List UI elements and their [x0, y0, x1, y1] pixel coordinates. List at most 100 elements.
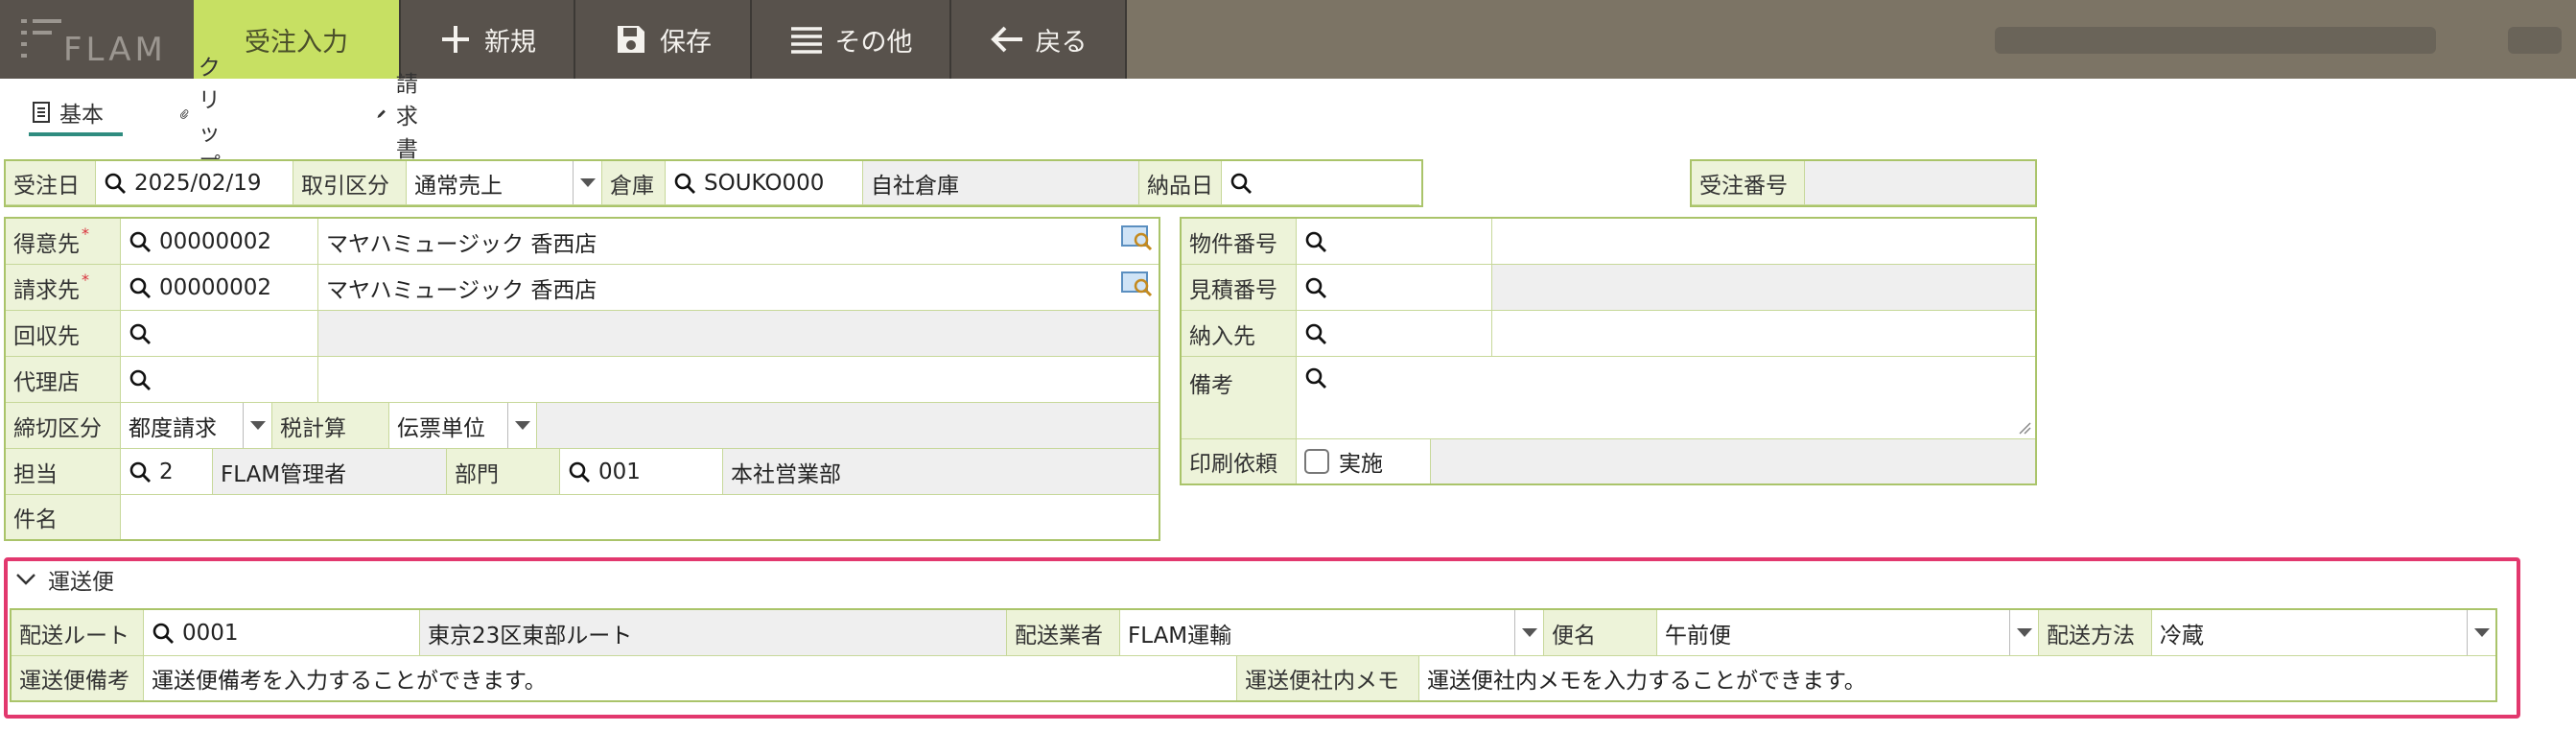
header-row: 受注日 2025/02/19 取引区分 通常売上 倉庫 SOUKO000 自社倉… [4, 159, 1423, 207]
search-icon[interactable] [568, 460, 591, 483]
search-icon[interactable] [1304, 230, 1327, 253]
tab-clip[interactable]: クリップ [180, 56, 233, 178]
subject-field[interactable] [121, 495, 1159, 539]
save-button[interactable]: 保存 [575, 0, 752, 79]
print-label: 印刷依頼 [1182, 439, 1297, 483]
memo-field[interactable]: 運送便社内メモを入力することができます。 [1419, 656, 2495, 700]
billto-code-field[interactable]: 00000002 [121, 265, 318, 311]
agent-code-field[interactable] [121, 357, 318, 403]
resize-handle-icon[interactable] [2018, 421, 2031, 435]
other-menu-button[interactable]: その他 [752, 0, 951, 79]
other-menu-label: その他 [834, 27, 913, 58]
closing-select[interactable]: 都度請求 [121, 403, 272, 449]
property-code-field[interactable] [1297, 219, 1492, 265]
lookup-icon[interactable] [1120, 224, 1153, 251]
order-date-field[interactable]: 2025/02/19 [96, 161, 293, 205]
staff-code-field[interactable]: 2 [121, 449, 213, 495]
delivery-date-field[interactable] [1222, 161, 1419, 205]
search-icon[interactable] [152, 622, 175, 645]
dept-name: 本社営業部 [723, 449, 1159, 495]
agent-name [318, 357, 1159, 403]
search-icon[interactable] [1304, 366, 1327, 389]
document-icon [33, 102, 50, 123]
chevron-down-icon[interactable] [573, 161, 601, 204]
note-label: 運送便備考 [12, 656, 144, 700]
billto-code-value: 00000002 [159, 274, 272, 300]
tax-value: 伝票単位 [397, 415, 485, 441]
shipping-section-header[interactable]: 運送便 [15, 562, 114, 597]
warehouse-code-field[interactable]: SOUKO000 [666, 161, 863, 205]
trade-type-select[interactable]: 通常売上 [407, 161, 602, 205]
flight-label: 便名 [1544, 610, 1657, 656]
customer-name-value: マヤハミュージック 香西店 [326, 231, 597, 257]
estimate-label: 見積番号 [1182, 265, 1297, 311]
dept-code-value: 001 [598, 459, 641, 484]
method-value: 冷蔵 [2160, 623, 2204, 648]
carrier-select[interactable]: FLAM運輸 [1120, 610, 1544, 656]
carrier-label: 配送業者 [1007, 610, 1120, 656]
search-icon[interactable] [1304, 276, 1327, 299]
agent-label: 代理店 [6, 357, 121, 403]
required-mark: * [82, 224, 89, 243]
lookup-icon[interactable] [1120, 271, 1153, 297]
property-label: 物件番号 [1182, 219, 1297, 265]
search-icon[interactable] [1304, 322, 1327, 345]
closing-value: 都度請求 [129, 415, 217, 441]
customer-code-field[interactable]: 00000002 [121, 219, 318, 265]
property-form: 物件番号 見積番号 納入先 備考 印刷依頼 実施 [1180, 217, 2037, 485]
back-button[interactable]: 戻る [951, 0, 1127, 79]
print-checkbox-field[interactable]: 実施 [1297, 439, 1431, 483]
flam-logo[interactable]: FLAM [13, 10, 176, 69]
route-code-field[interactable]: 0001 [144, 610, 420, 656]
tab-basic[interactable]: 基本 [29, 92, 123, 136]
tab-invoice[interactable]: 請求書 [376, 72, 429, 162]
search-icon[interactable] [129, 276, 152, 299]
chevron-down-icon[interactable] [507, 403, 536, 448]
staff-label: 担当 [6, 449, 121, 495]
tax-label: 税計算 [272, 403, 389, 449]
print-checkbox-label: 実施 [1339, 452, 1383, 477]
note-field[interactable]: 運送便備考を入力することができます。 [144, 656, 1237, 700]
remarks-field[interactable] [1297, 357, 2035, 439]
deliver-to-label: 納入先 [1182, 311, 1297, 357]
search-icon[interactable] [129, 230, 152, 253]
billto-name-field[interactable]: マヤハミュージック 香西店 [318, 265, 1159, 311]
warehouse-code-value: SOUKO000 [704, 170, 825, 196]
print-blank [1431, 439, 2035, 483]
customer-label: 得意先 * [6, 219, 121, 265]
estimate-code-field[interactable] [1297, 265, 1492, 311]
chevron-down-icon[interactable] [1514, 610, 1543, 655]
chevron-down-icon[interactable] [2467, 610, 2495, 655]
order-no-label: 受注番号 [1692, 161, 1805, 205]
collect-code-field[interactable] [121, 311, 318, 357]
search-icon[interactable] [129, 368, 152, 391]
print-checkbox[interactable] [1304, 449, 1329, 474]
remarks-label: 備考 [1182, 357, 1297, 439]
search-icon[interactable] [104, 172, 127, 195]
closing-label: 締切区分 [6, 403, 121, 449]
memo-label: 運送便社内メモ [1237, 656, 1419, 700]
customer-name-field[interactable]: マヤハミュージック 香西店 [318, 219, 1159, 265]
trade-type-label: 取引区分 [293, 161, 407, 205]
menu-icon [790, 27, 822, 54]
search-icon[interactable] [1229, 172, 1253, 195]
subject-label: 件名 [6, 495, 121, 539]
chevron-down-icon[interactable] [243, 403, 271, 448]
logo-text: FLAM [63, 31, 167, 69]
chevron-down-icon[interactable] [2009, 610, 2038, 655]
save-icon [618, 26, 644, 53]
flight-select[interactable]: 午前便 [1657, 610, 2039, 656]
tax-select[interactable]: 伝票単位 [389, 403, 537, 449]
method-select[interactable]: 冷蔵 [2152, 610, 2495, 656]
search-icon[interactable] [673, 172, 696, 195]
delivery-date-label: 納品日 [1139, 161, 1222, 205]
estimate-name [1492, 265, 2035, 311]
plus-icon [442, 26, 469, 53]
logo-icon [21, 19, 67, 61]
deliver-to-code-field[interactable] [1297, 311, 1492, 357]
dept-code-field[interactable]: 001 [560, 449, 723, 495]
billto-label: 請求先 * [6, 265, 121, 311]
blurred-user-info [1995, 27, 2436, 54]
search-icon[interactable] [129, 460, 152, 483]
search-icon[interactable] [129, 322, 152, 345]
